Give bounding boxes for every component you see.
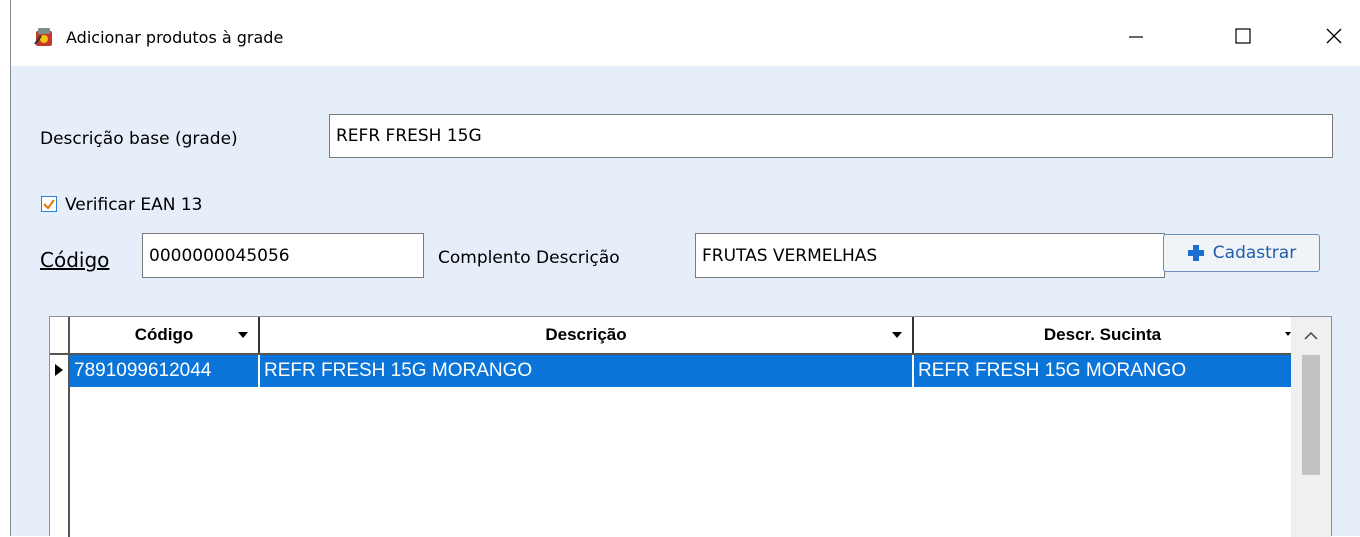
dropdown-arrow-icon[interactable] [892,332,902,338]
form-area: Descrição base (grade) REFR FRESH 15G Ve… [11,66,1360,537]
vertical-scrollbar[interactable] [1291,317,1331,537]
codigo-input[interactable]: 0000000045056 [142,233,424,278]
checkmark-icon [43,199,55,210]
verificar-ean-label: Verificar EAN 13 [65,195,203,215]
column-header-descricao[interactable]: Descrição [260,317,914,353]
plus-icon [1187,245,1204,261]
column-header-label: Descr. Sucinta [1043,325,1162,344]
table-row[interactable]: 7891099612044 REFR FRESH 15G MORANGO REF… [70,355,1291,387]
title-bar: Adicionar produtos à grade [11,0,1360,66]
grid-header: Código Descrição Descr. Sucinta [50,317,1291,355]
descricao-base-input[interactable]: REFR FRESH 15G [329,114,1333,158]
dialog-window: Adicionar produtos à grade Descrição bas… [10,0,1360,537]
close-button[interactable] [1314,18,1354,54]
maximize-button[interactable] [1223,18,1263,54]
column-header-codigo[interactable]: Código [70,317,260,353]
current-row-arrow-icon [55,364,63,376]
close-icon [1326,28,1342,44]
minimize-icon [1129,36,1143,38]
cadastrar-button[interactable]: Cadastrar [1163,234,1320,272]
complemento-input[interactable]: FRUTAS VERMELHAS [695,233,1165,278]
verificar-ean-checkbox[interactable] [41,196,57,212]
scroll-up-icon[interactable] [1304,331,1318,341]
products-grid[interactable]: Código Descrição Descr. Sucinta 78910996… [49,316,1332,537]
scrollbar-thumb[interactable] [1302,355,1320,475]
minimize-button[interactable] [1116,18,1156,54]
window-title: Adicionar produtos à grade [66,28,284,47]
cadastrar-label: Cadastrar [1212,243,1297,263]
column-header-descr-sucinta[interactable]: Descr. Sucinta [914,317,1291,353]
cell-descr-sucinta[interactable]: REFR FRESH 15G MORANGO [914,355,1291,387]
maximize-icon [1235,28,1251,44]
cell-codigo[interactable]: 7891099612044 [70,355,260,387]
column-header-label: Descrição [545,325,627,344]
app-icon [34,28,52,46]
dropdown-arrow-icon[interactable] [238,332,248,338]
complemento-label: Complento Descrição [438,248,620,268]
cell-descricao[interactable]: REFR FRESH 15G MORANGO [260,355,914,387]
descricao-base-label: Descrição base (grade) [40,129,238,149]
codigo-label: Código [40,248,110,272]
column-header-label: Código [134,325,194,344]
